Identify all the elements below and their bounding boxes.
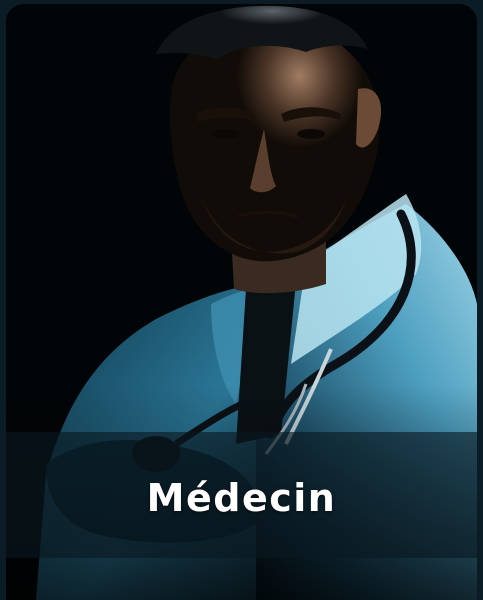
caption-band: Médecin — [6, 432, 477, 558]
card-title: Médecin — [146, 476, 337, 520]
page-background: Médecin — [0, 0, 483, 600]
profession-card[interactable]: Médecin — [6, 4, 477, 600]
